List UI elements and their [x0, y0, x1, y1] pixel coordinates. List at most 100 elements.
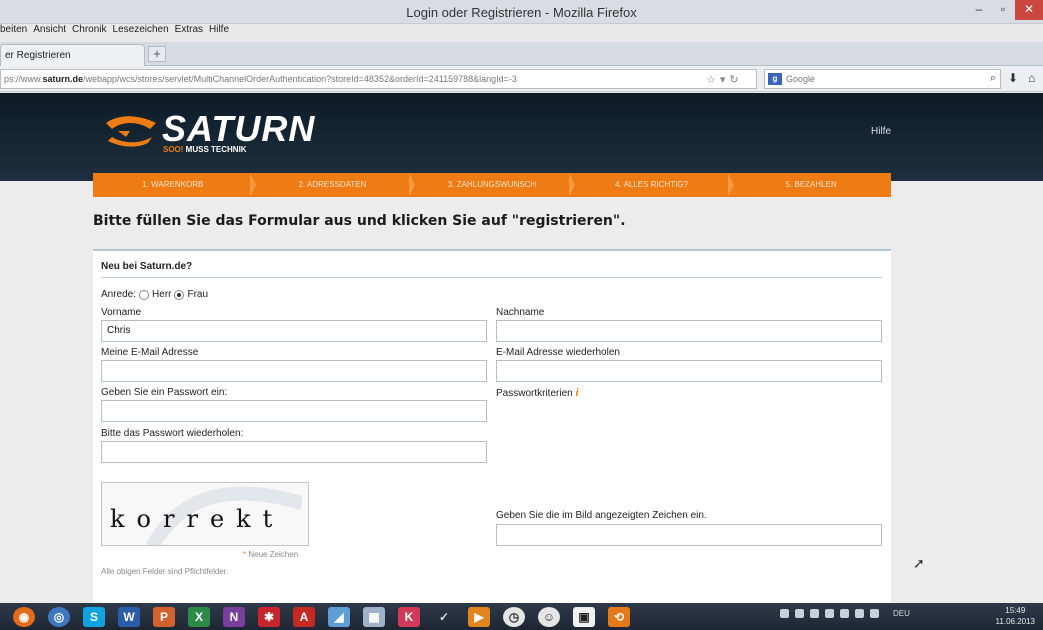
- minimize-button[interactable]: –: [967, 0, 991, 20]
- tray-volume-icon[interactable]: [870, 609, 879, 618]
- taskbar-clock[interactable]: 15:49 11.06.2013: [996, 605, 1035, 627]
- section-divider: [101, 277, 882, 278]
- paint-icon[interactable]: ◢: [328, 606, 350, 627]
- tray-app-icon[interactable]: [825, 609, 834, 618]
- url-domain: saturn.de: [42, 74, 84, 84]
- home-icon[interactable]: ⌂: [1028, 71, 1035, 85]
- download-icon[interactable]: ⬇: [1008, 71, 1018, 85]
- explorer-icon[interactable]: ◎: [48, 606, 70, 627]
- mouse-cursor-icon: ➚: [913, 555, 925, 571]
- email-input[interactable]: [101, 360, 487, 382]
- bookmark-star-icon[interactable]: ☆: [706, 73, 716, 86]
- powerpoint-icon[interactable]: P: [153, 606, 175, 627]
- window-titlebar: Login oder Registrieren - Mozilla Firefo…: [0, 0, 1043, 24]
- url-prefix: ps://www.: [4, 74, 43, 84]
- maximize-button[interactable]: ▫: [991, 0, 1015, 20]
- tray-network-icon[interactable]: [795, 609, 804, 618]
- tray-flag-icon[interactable]: [840, 609, 849, 618]
- salutation-frau-radio[interactable]: [174, 289, 185, 300]
- search-placeholder: Google: [786, 74, 816, 84]
- password-criteria-label[interactable]: Passwortkriterien: [496, 388, 573, 399]
- chart-app-icon[interactable]: ▣: [573, 606, 595, 627]
- clock-date: 11.06.2013: [995, 617, 1035, 626]
- menu-item-hilfe[interactable]: Hilfe: [209, 24, 229, 40]
- vorname-label: Vorname: [101, 307, 142, 318]
- salutation-frau-label[interactable]: Frau: [187, 289, 208, 300]
- tab-bar: er Registrieren +: [0, 42, 1043, 66]
- bird-icon[interactable]: ✓: [433, 607, 455, 627]
- menu-item-extras[interactable]: Extras: [175, 24, 203, 40]
- reload-icon[interactable]: ↻: [729, 73, 738, 86]
- step-warenkorb: 1. Warenkorb: [93, 173, 256, 197]
- clock-time: 15:49: [1005, 606, 1026, 615]
- password-label: Geben Sie ein Passwort ein:: [101, 387, 228, 398]
- email-repeat-input[interactable]: [496, 360, 882, 382]
- new-tab-button[interactable]: +: [148, 46, 166, 62]
- required-note: Alle obigen Felder sind Pflichtfelder.: [101, 567, 229, 576]
- web-page: SATURN SOO! MUSS TECHNIK Hilfe 1. Warenk…: [0, 93, 1043, 603]
- calculator-icon[interactable]: ▦: [363, 606, 385, 627]
- dropdown-arrow-icon[interactable]: ▾: [720, 73, 726, 86]
- salutation-herr-radio[interactable]: [139, 289, 150, 300]
- skype-icon[interactable]: S: [83, 606, 105, 627]
- search-icon[interactable]: ⌕: [990, 72, 996, 85]
- logo-tag-rest: MUSS TECHNIK: [183, 145, 247, 154]
- logo-tag-soo: SOO!: [163, 145, 184, 154]
- password-input[interactable]: [101, 400, 487, 422]
- help-link[interactable]: Hilfe: [871, 126, 891, 137]
- captcha-text: korrekt: [110, 505, 285, 533]
- captcha-instruction: Geben Sie die im Bild angezeigten Zeiche…: [496, 510, 707, 521]
- nachname-input[interactable]: [496, 320, 882, 342]
- avast-icon[interactable]: ⟲: [608, 606, 630, 627]
- password-criteria[interactable]: Passwortkriterien i: [496, 387, 579, 399]
- step-alles-richtig: 4. Alles richtig?: [572, 173, 734, 197]
- menu-item-bearbeiten[interactable]: beiten: [0, 24, 27, 40]
- url-bar-icons: ☆ ▾ ↻: [706, 73, 739, 86]
- nav-tools: ⬇ ⌂: [1008, 71, 1035, 85]
- clock-app-icon[interactable]: ◷: [503, 606, 525, 627]
- email-repeat-label: E-Mail Adresse wiederholen: [496, 347, 620, 358]
- tray-language[interactable]: DEU: [893, 609, 910, 618]
- acrobat-icon[interactable]: A: [293, 606, 315, 627]
- info-icon[interactable]: i: [575, 387, 578, 399]
- step-bezahlen: 5. Bezahlen: [785, 180, 837, 189]
- captcha-input[interactable]: [496, 524, 882, 546]
- tray-dropbox-icon[interactable]: [810, 609, 819, 618]
- section-title: Neu bei Saturn.de?: [101, 261, 193, 272]
- google-engine-icon[interactable]: g: [768, 73, 782, 85]
- tab-login[interactable]: er Registrieren: [0, 44, 145, 66]
- nachname-label: Nachname: [496, 307, 545, 318]
- tray-monitor-icon[interactable]: [855, 609, 864, 618]
- salutation-label: Anrede:: [101, 289, 137, 300]
- onenote-icon[interactable]: N: [223, 606, 245, 627]
- step-adressdaten: 2. Adressdaten: [253, 173, 415, 197]
- smiley-icon[interactable]: ☺: [538, 606, 560, 627]
- email-label: Meine E-Mail Adresse: [101, 347, 199, 358]
- checkout-steps: 1. Warenkorb 2. Adressdaten 3. Zahlungsw…: [93, 173, 891, 197]
- new-captcha-label[interactable]: Neue Zeichen: [248, 550, 298, 559]
- logo-text: SATURN: [162, 108, 316, 149]
- close-button[interactable]: ✕: [1015, 0, 1043, 20]
- saturn-logo[interactable]: SATURN: [102, 109, 315, 149]
- new-captcha-link[interactable]: * Neue Zeichen: [243, 550, 298, 559]
- password-repeat-input[interactable]: [101, 441, 487, 463]
- firefox-icon[interactable]: ◉: [13, 606, 35, 627]
- salutation-row: Anrede: Herr Frau: [101, 289, 208, 300]
- url-bar[interactable]: ps://www.saturn.de/webapp/wcs/stores/ser…: [0, 69, 757, 89]
- menu-item-chronik[interactable]: Chronik: [72, 24, 106, 40]
- registration-form: Neu bei Saturn.de? Anrede: Herr Frau Vor…: [93, 249, 891, 603]
- logo-tagline: SOO! MUSS TECHNIK: [163, 145, 247, 154]
- excel-icon[interactable]: X: [188, 606, 210, 627]
- k-app-icon[interactable]: K: [398, 606, 420, 627]
- page-headline: Bitte füllen Sie das Formular aus und kl…: [93, 213, 626, 229]
- salutation-herr-label[interactable]: Herr: [152, 289, 171, 300]
- search-box[interactable]: g Google ⌕: [764, 69, 1001, 89]
- window-controls: – ▫ ✕: [967, 0, 1043, 20]
- menu-item-lesezeichen[interactable]: Lesezeichen: [113, 24, 169, 40]
- game-icon[interactable]: ✱: [258, 606, 280, 627]
- tray-arrow-icon[interactable]: [780, 609, 789, 618]
- word-icon[interactable]: W: [118, 606, 140, 627]
- menu-item-ansicht[interactable]: Ansicht: [33, 24, 66, 40]
- media-icon[interactable]: ▶: [468, 606, 490, 627]
- vorname-input[interactable]: Chris: [101, 320, 487, 342]
